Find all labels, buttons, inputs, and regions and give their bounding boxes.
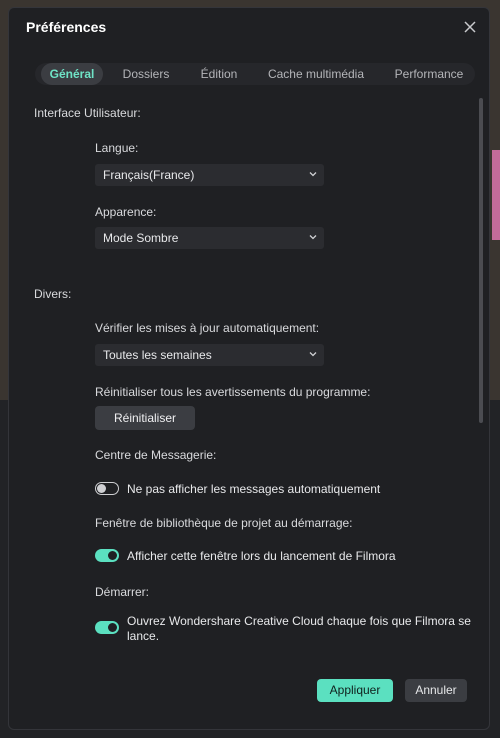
- scrollbar-thumb[interactable]: [479, 98, 483, 423]
- toggle-knob: [97, 483, 106, 493]
- tab-folders[interactable]: Dossiers: [115, 63, 177, 85]
- appearance-label: Apparence:: [95, 205, 157, 219]
- message-center-toggle-text: Ne pas afficher les messages automatique…: [127, 482, 381, 496]
- tab-general[interactable]: Général: [41, 63, 103, 85]
- message-center-label: Centre de Messagerie:: [95, 448, 217, 462]
- background-accent: [492, 150, 500, 240]
- chevron-down-icon: [309, 172, 317, 177]
- close-button[interactable]: [460, 17, 480, 37]
- tab-editing[interactable]: Édition: [193, 63, 245, 85]
- appearance-select[interactable]: Mode Sombre: [95, 227, 324, 249]
- language-label: Langue:: [95, 141, 139, 155]
- startup-label: Démarrer:: [95, 585, 150, 599]
- section-title-ui: Interface Utilisateur:: [34, 106, 141, 120]
- updates-value: Toutes les semaines: [103, 348, 212, 362]
- tab-performance[interactable]: Performance: [387, 63, 471, 85]
- language-select[interactable]: Français(France): [95, 164, 324, 186]
- apply-button[interactable]: Appliquer: [317, 679, 393, 702]
- toggle-knob: [108, 623, 117, 632]
- cancel-button[interactable]: Annuler: [405, 679, 467, 702]
- language-value: Français(France): [103, 168, 195, 182]
- tab-bar: Général Dossiers Édition Cache multimédi…: [35, 63, 475, 85]
- message-center-toggle[interactable]: [95, 482, 119, 495]
- project-library-toggle-text: Afficher cette fenêtre lors du lancement…: [127, 549, 396, 563]
- close-icon: [464, 21, 476, 33]
- appearance-value: Mode Sombre: [103, 231, 179, 245]
- project-library-label: Fenêtre de bibliothèque de projet au dém…: [95, 516, 353, 530]
- reset-warnings-label: Réinitialiser tous les avertissements du…: [95, 385, 371, 399]
- preferences-dialog: Préférences Général Dossiers Édition Cac…: [8, 7, 490, 730]
- reset-button[interactable]: Réinitialiser: [95, 406, 195, 430]
- tab-media-cache[interactable]: Cache multimédia: [261, 63, 371, 85]
- startup-toggle-text: Ouvrez Wondershare Creative Cloud chaque…: [127, 614, 471, 643]
- dialog-title: Préférences: [26, 19, 107, 35]
- updates-label: Vérifier les mises à jour automatiquemen…: [95, 321, 320, 335]
- updates-select[interactable]: Toutes les semaines: [95, 344, 324, 366]
- startup-toggle[interactable]: [95, 621, 119, 634]
- toggle-knob: [108, 551, 117, 560]
- section-title-misc: Divers:: [34, 287, 72, 301]
- chevron-down-icon: [309, 235, 317, 240]
- chevron-down-icon: [309, 352, 317, 357]
- project-library-toggle[interactable]: [95, 549, 119, 562]
